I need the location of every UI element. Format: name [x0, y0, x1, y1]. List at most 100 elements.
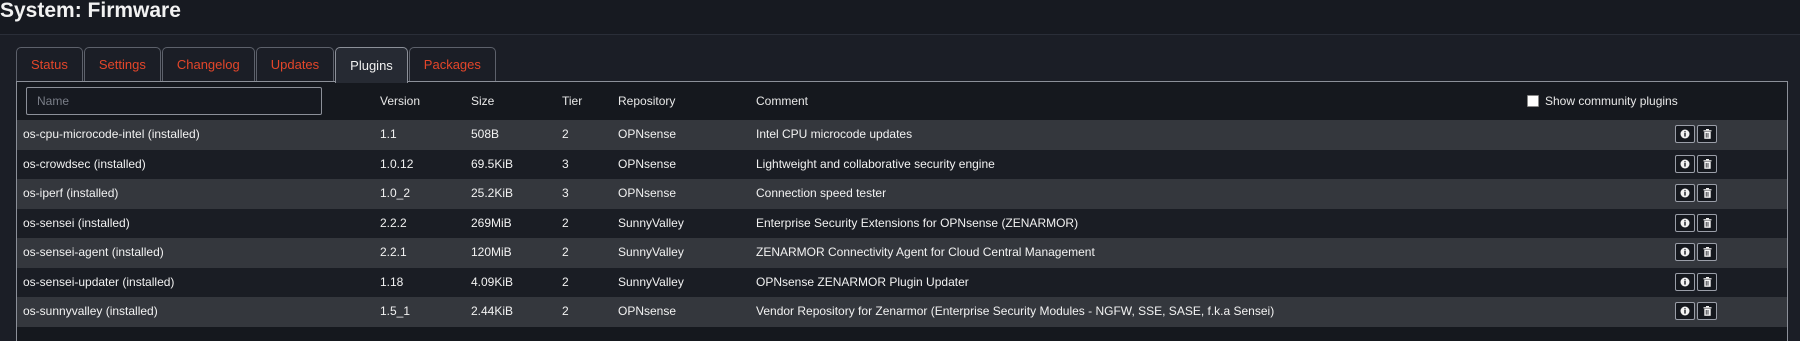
remove-button[interactable]	[1697, 213, 1717, 232]
plugin-name: os-sensei (installed)	[23, 215, 130, 230]
info-icon	[1680, 188, 1690, 198]
table-row: os-sensei-updater (installed) 1.18 4.09KiB…	[17, 267, 1787, 297]
plugin-name: os-iperf (installed)	[23, 186, 119, 200]
page-header: System: Firmware	[0, 0, 1800, 35]
trash-icon	[1703, 129, 1712, 139]
plugin-repository: SunnyValley	[618, 215, 684, 230]
plugin-name: os-sunnyvalley (installed)	[23, 304, 158, 318]
info-button[interactable]	[1675, 243, 1695, 261]
plugin-repository: SunnyValley	[618, 274, 684, 289]
info-icon	[1680, 277, 1690, 287]
row-actions	[1675, 302, 1717, 320]
plugin-repository: OPNsense	[618, 186, 677, 200]
remove-button[interactable]	[1697, 184, 1717, 202]
plugin-repository: OPNsense	[618, 304, 677, 318]
plugin-version: 1.1	[380, 127, 397, 141]
plugin-name: os-crowdsec (installed)	[23, 156, 146, 171]
remove-button[interactable]	[1697, 154, 1717, 173]
table-row: os-iperf (installed) 1.0_2 25.2KiB 3 OPNsens…	[17, 179, 1787, 209]
row-actions	[1675, 243, 1717, 261]
column-header-repository[interactable]: Repository	[618, 94, 675, 108]
plugin-repository: OPNsense	[618, 127, 677, 141]
info-button[interactable]	[1675, 272, 1695, 291]
info-button[interactable]	[1675, 154, 1695, 173]
plugin-size: 69.5KiB	[471, 156, 514, 171]
trash-icon	[1703, 217, 1712, 228]
column-header-comment[interactable]: Comment	[756, 94, 808, 108]
tab-updates[interactable]: Updates	[255, 47, 335, 81]
trash-icon	[1703, 276, 1712, 287]
column-header-size[interactable]: Size	[471, 94, 494, 108]
trash-icon	[1703, 306, 1712, 316]
plugin-comment: ZENARMOR Connectivity Agent for Cloud Ce…	[756, 245, 1095, 259]
info-icon	[1680, 247, 1690, 257]
plugin-version: 2.2.2	[380, 215, 407, 230]
search-input[interactable]	[26, 87, 322, 115]
table-header: Version Size Tier Repository Comment Sho…	[17, 82, 1787, 120]
info-icon	[1680, 159, 1690, 169]
plugin-tier: 2	[562, 127, 569, 141]
plugin-size: 120MiB	[471, 245, 512, 259]
tab-status[interactable]: Status	[16, 47, 83, 81]
page-title: System: Firmware	[0, 0, 181, 22]
plugins-panel: Version Size Tier Repository Comment Sho…	[16, 81, 1788, 341]
column-header-tier[interactable]: Tier	[562, 94, 582, 108]
plugin-repository: SunnyValley	[618, 245, 684, 259]
row-actions	[1675, 184, 1717, 202]
plugin-size: 269MiB	[471, 215, 512, 230]
info-icon	[1680, 306, 1690, 316]
trash-icon	[1703, 188, 1712, 198]
plugin-comment: Enterprise Security Extensions for OPNse…	[756, 215, 1079, 230]
plugins-table-body: os-cpu-microcode-intel (installed) 1.1 508…	[17, 120, 1787, 327]
plugin-version: 1.5_1	[380, 304, 411, 318]
tab-packages[interactable]: Packages	[408, 47, 496, 81]
plugin-comment: Vendor Repository for Zenarmor (Enterpri…	[756, 304, 1275, 318]
trash-icon	[1703, 158, 1712, 169]
plugin-tier: 3	[562, 156, 569, 171]
plugin-name: os-cpu-microcode-intel (installed)	[23, 127, 200, 141]
plugin-comment: OPNsense ZENARMOR Plugin Updater	[756, 274, 969, 289]
plugin-size: 4.09KiB	[471, 274, 514, 289]
plugin-tier: 2	[562, 274, 569, 289]
info-button[interactable]	[1675, 213, 1695, 232]
info-button[interactable]	[1675, 302, 1695, 320]
remove-button[interactable]	[1697, 272, 1717, 291]
plugin-comment: Connection speed tester	[756, 186, 887, 200]
column-header-version[interactable]: Version	[380, 94, 420, 108]
table-row: os-sunnyvalley (installed) 1.5_1 2.44KiB 2 O…	[17, 297, 1787, 327]
plugin-repository: OPNsense	[618, 156, 677, 171]
info-icon	[1680, 218, 1690, 228]
row-actions	[1675, 125, 1717, 143]
tab-changelog[interactable]: Changelog	[161, 47, 255, 81]
plugin-version: 2.2.1	[380, 245, 407, 259]
plugin-version: 1.18	[380, 274, 404, 289]
row-actions	[1675, 213, 1717, 232]
community-plugins-checkbox[interactable]	[1527, 95, 1539, 107]
plugin-comment: Lightweight and collaborative security e…	[756, 156, 995, 171]
plugin-name: os-sensei-agent (installed)	[23, 245, 164, 259]
remove-button[interactable]	[1697, 302, 1717, 320]
row-actions	[1675, 154, 1717, 173]
plugin-tier: 2	[562, 304, 569, 318]
plugin-size: 2.44KiB	[471, 304, 514, 318]
plugin-name: os-sensei-updater (installed)	[23, 274, 175, 289]
remove-button[interactable]	[1697, 243, 1717, 261]
community-plugins-label: Show community plugins	[1545, 94, 1678, 108]
plugin-tier: 2	[562, 215, 569, 230]
table-row: os-sensei-agent (installed) 2.2.1 120MiB 2 S…	[17, 238, 1787, 268]
info-button[interactable]	[1675, 125, 1695, 143]
plugin-size: 508B	[471, 127, 500, 141]
info-icon	[1680, 129, 1690, 139]
row-actions	[1675, 272, 1717, 291]
tab-settings[interactable]: Settings	[83, 47, 161, 81]
tab-bar: Status Settings Changelog Updates Plugin…	[16, 47, 496, 83]
plugin-tier: 3	[562, 186, 569, 200]
plugin-tier: 2	[562, 245, 569, 259]
community-plugins-toggle[interactable]: Show community plugins	[1527, 94, 1678, 108]
table-row: os-crowdsec (installed) 1.0.12 69.5KiB 3 OPN…	[17, 149, 1787, 179]
plugin-version: 1.0.12	[380, 156, 414, 171]
tab-plugins[interactable]: Plugins	[335, 47, 408, 83]
remove-button[interactable]	[1697, 125, 1717, 143]
table-row: os-sensei (installed) 2.2.2 269MiB 2 SunnyVa…	[17, 208, 1787, 238]
info-button[interactable]	[1675, 184, 1695, 202]
